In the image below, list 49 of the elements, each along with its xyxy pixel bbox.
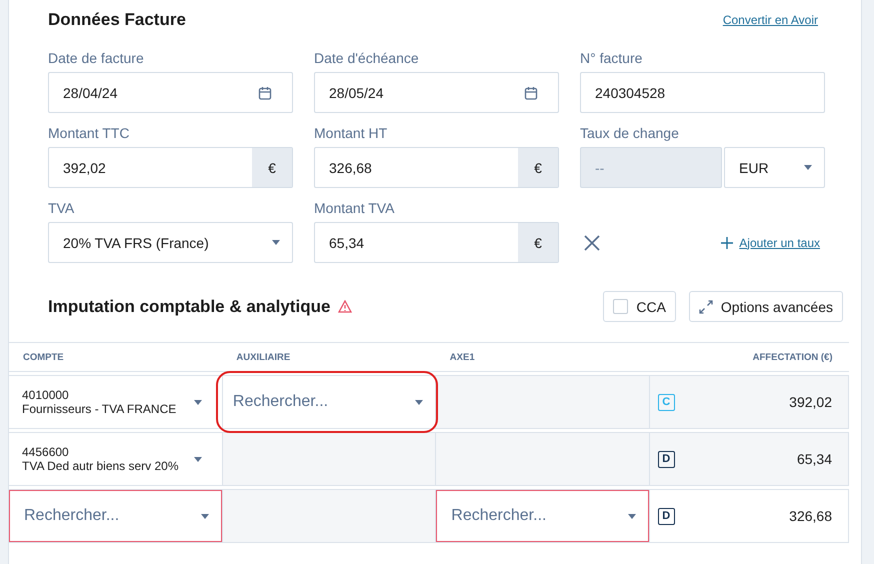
plus-icon[interactable]: [721, 236, 734, 248]
field-label: Montant TVA: [314, 200, 396, 217]
input-field[interactable]: 240304528: [580, 72, 825, 113]
caret-icon: [200, 514, 209, 518]
add-rate-link[interactable]: Ajouter un taux: [739, 236, 820, 250]
field-label: Date de facture: [48, 50, 145, 67]
expand-icon: [698, 300, 713, 314]
calendar-icon[interactable]: [524, 86, 538, 100]
section-title: Données Facture: [48, 10, 186, 30]
caret-icon: [194, 400, 202, 404]
select-field[interactable]: 20% TVA FRS (France): [48, 222, 293, 263]
currency-addon: €: [518, 148, 558, 187]
input-field[interactable]: 392,02 €: [48, 147, 293, 188]
amount-value: 392,02: [788, 394, 832, 410]
caret-icon: [415, 400, 424, 404]
advanced-options-button[interactable]: Options avancées: [688, 291, 843, 322]
caret-icon: [194, 456, 202, 462]
currency-addon: €: [252, 148, 292, 187]
close-icon[interactable]: [584, 234, 600, 250]
caret-icon: [272, 240, 280, 245]
date-field[interactable]: 28/04/24: [48, 72, 293, 113]
section-title: Imputation comptable & analytique: [48, 296, 330, 316]
account-name: TVA Ded autr biens serv 20%: [22, 459, 179, 473]
field-label: Taux de change: [580, 125, 680, 142]
amount-value: 65,34: [796, 451, 832, 467]
date-field[interactable]: 28/05/24: [314, 72, 559, 113]
convert-link[interactable]: Convertir en Avoir: [722, 13, 818, 27]
account-code: 4456600: [22, 445, 69, 459]
search-select[interactable]: Rechercher...: [218, 373, 436, 431]
caret-icon: [804, 165, 812, 170]
field-label: TVA: [48, 200, 76, 217]
field-label: N° facture: [580, 50, 644, 67]
account-name: Fournisseurs - TVA FRANCE: [22, 402, 176, 416]
sens-badge: D: [658, 450, 675, 468]
currency-addon: €: [518, 223, 558, 262]
field-label: Date d'échéance: [314, 50, 420, 67]
input-field[interactable]: 326,68 €: [314, 147, 559, 188]
input-field[interactable]: 65,34 €: [314, 222, 559, 263]
account-code: 4010000: [22, 388, 69, 402]
search-select[interactable]: Rechercher...: [9, 490, 222, 542]
search-select[interactable]: Rechercher...: [436, 490, 649, 542]
field-label: Montant HT: [314, 125, 388, 142]
cca-checkbox[interactable]: CCA: [603, 291, 676, 322]
amount-value: 326,68: [788, 508, 832, 524]
field-label: Montant TTC: [48, 125, 130, 142]
sens-badge: C: [658, 394, 675, 410]
caret-icon: [628, 514, 636, 518]
calendar-icon[interactable]: [258, 86, 272, 100]
sens-badge: D: [658, 508, 675, 524]
